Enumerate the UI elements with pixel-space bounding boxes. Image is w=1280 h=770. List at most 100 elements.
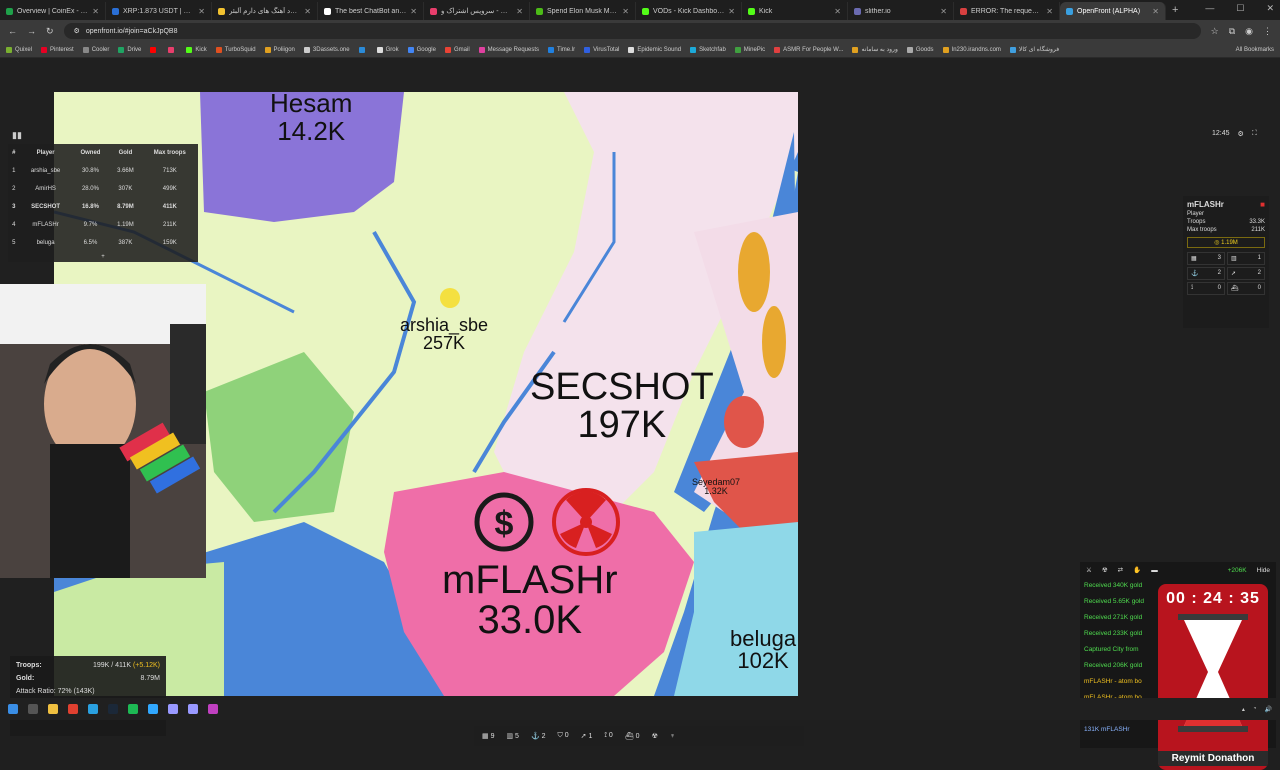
leaderboard-more-button[interactable]: +: [8, 252, 198, 262]
build-warship-button[interactable]: ⛴ 0: [625, 732, 640, 740]
browser-tab[interactable]: OpenFront (ALPHA) ✕: [1060, 2, 1166, 20]
bookmark-item[interactable]: Poliigon: [264, 46, 295, 53]
browser-tab[interactable]: VODs - Kick Dashboard ✕: [636, 2, 742, 20]
browser-tab[interactable]: The best ChatBot and Wri ✕: [318, 2, 424, 20]
back-icon[interactable]: ←: [8, 26, 17, 36]
bookmark-item[interactable]: Goods: [906, 46, 934, 53]
aftereffects-icon[interactable]: [188, 704, 198, 714]
network-icon[interactable]: ◔: [1253, 706, 1257, 712]
leaderboard-header[interactable]: Player: [19, 144, 71, 162]
bookmark-item[interactable]: In230.irandns.com: [942, 46, 1001, 53]
profile-icon[interactable]: ◉: [1245, 26, 1253, 37]
build-port-button[interactable]: ⚓ 2: [531, 732, 546, 740]
bookmark-item[interactable]: ASMR For People W...: [774, 46, 843, 53]
chat-icon[interactable]: ▬: [1151, 567, 1158, 574]
bookmark-item[interactable]: Message Requests: [478, 46, 539, 53]
leaderboard-header[interactable]: #: [8, 144, 19, 162]
telegram-icon[interactable]: [88, 704, 98, 714]
tab-close-icon[interactable]: ✕: [1046, 7, 1053, 16]
nuke-icon[interactable]: ☢: [1102, 566, 1108, 574]
all-bookmarks-button[interactable]: All Bookmarks: [1236, 47, 1280, 53]
extensions-icon[interactable]: ⧉: [1229, 26, 1235, 37]
site-info-icon[interactable]: ⚙: [74, 27, 80, 35]
tab-close-icon[interactable]: ✕: [410, 7, 417, 16]
bookmark-item[interactable]: Quixel: [6, 46, 32, 53]
settings-icon[interactable]: ⚙: [1238, 130, 1244, 138]
tab-close-icon[interactable]: ✕: [622, 7, 629, 16]
browser-tab[interactable]: ERROR: The request could ✕: [954, 2, 1060, 20]
browser-tab[interactable]: XRP:1.873 USDT | Futures ✕: [106, 2, 212, 20]
browser-tab[interactable]: Overview | CoinEx - The G ✕: [0, 2, 106, 20]
leaderboard-row[interactable]: 3 SECSHOT 16.8% 8.79M 411K: [8, 198, 198, 216]
build-factory-button[interactable]: ▥ 5: [506, 732, 518, 740]
chrome-icon[interactable]: [68, 704, 78, 714]
hide-events-button[interactable]: Hide: [1257, 567, 1270, 574]
leaderboard-row[interactable]: 5 beluga 6.5% 387K 159K: [8, 234, 198, 252]
browser-tab[interactable]: slither.io ✕: [848, 2, 954, 20]
bookmark-item[interactable]: Gmail: [444, 46, 470, 53]
premiere-icon[interactable]: [168, 704, 178, 714]
new-tab-button[interactable]: +: [1172, 4, 1178, 16]
fullscreen-icon[interactable]: ⛶: [1252, 130, 1257, 138]
bookmark-item[interactable]: Time.lr: [548, 46, 575, 53]
tab-close-icon[interactable]: ✕: [940, 7, 947, 16]
leaderboard-header[interactable]: Gold: [109, 144, 141, 162]
bookmark-item[interactable]: VirusTotal: [584, 46, 619, 53]
tab-close-icon[interactable]: ✕: [304, 7, 311, 16]
bookmark-item[interactable]: [168, 46, 177, 53]
maximize-button[interactable]: ☐: [1236, 3, 1244, 14]
browser-tab[interactable]: Kick ✕: [742, 2, 848, 20]
bookmark-item[interactable]: Grok: [376, 46, 399, 53]
tab-close-icon[interactable]: ✕: [1152, 7, 1159, 16]
close-window-button[interactable]: ✕: [1266, 3, 1274, 14]
menu-icon[interactable]: ⋮: [1263, 26, 1272, 37]
trade-icon[interactable]: ⇄: [1118, 566, 1123, 574]
sword-icon[interactable]: ⚔: [1086, 566, 1092, 574]
bookmark-item[interactable]: TurboSquid: [215, 46, 256, 53]
atom-bomb-button[interactable]: ☢: [652, 732, 658, 740]
build-city-button[interactable]: ▦ 9: [482, 732, 494, 740]
tab-close-icon[interactable]: ✕: [92, 7, 99, 16]
star-icon[interactable]: ☆: [1211, 26, 1219, 37]
tab-close-icon[interactable]: ✕: [834, 7, 841, 16]
leaderboard-row[interactable]: 1 arshia_sbe 30.8% 3.66M 713K: [8, 162, 198, 180]
bookmark-item[interactable]: Drive: [118, 46, 141, 53]
bookmark-item[interactable]: فروشگاه ای کالا: [1009, 46, 1059, 53]
minimize-button[interactable]: —: [1205, 3, 1214, 14]
start-icon[interactable]: [8, 704, 18, 714]
tab-close-icon[interactable]: ✕: [198, 7, 205, 16]
leaderboard-row[interactable]: 2 AmirHS 28.0% 307K 499K: [8, 180, 198, 198]
explorer-icon[interactable]: [48, 704, 58, 714]
bookmark-item[interactable]: ورود به سامانه: [852, 46, 898, 53]
build-defense-button[interactable]: ⛉ 0: [558, 732, 569, 740]
bookmark-item[interactable]: Pinterest: [41, 46, 74, 53]
bookmark-item[interactable]: [150, 46, 159, 53]
spotify-icon[interactable]: [128, 704, 138, 714]
search-icon[interactable]: [28, 704, 38, 714]
bookmark-item[interactable]: MinePic: [734, 46, 765, 53]
build-missile-button[interactable]: ➚ 1: [581, 732, 593, 740]
browser-tab[interactable]: دانلود آهنگ های دارم آلبئر ✕: [212, 2, 318, 20]
leaderboard-header[interactable]: Max troops: [142, 144, 198, 162]
browser-tab[interactable]: Spend Elon Musk Money ✕: [530, 2, 636, 20]
forward-icon[interactable]: →: [27, 26, 36, 36]
leaderboard-header[interactable]: Owned: [72, 144, 110, 162]
bookmark-item[interactable]: Epidemic Sound: [628, 46, 681, 53]
photoshop-icon[interactable]: [148, 704, 158, 714]
url-field[interactable]: ⚙ openfront.io/#join=aCkJpQB8: [63, 23, 1201, 39]
bookmark-item[interactable]: Sketchfab: [690, 46, 726, 53]
leaderboard-icon[interactable]: ▮▮: [12, 130, 22, 141]
bookmark-item[interactable]: Cooler: [82, 46, 109, 53]
leaderboard-row[interactable]: 4 mFLASHr 9.7% 1.19M 211K: [8, 216, 198, 234]
steam-icon[interactable]: [108, 704, 118, 714]
reload-icon[interactable]: ↻: [46, 26, 54, 37]
tab-close-icon[interactable]: ✕: [728, 7, 735, 16]
tray-icon[interactable]: ▴: [1242, 706, 1245, 713]
build-sam-button[interactable]: ⟟ 0: [604, 732, 612, 740]
bookmark-item[interactable]: Kick: [186, 46, 207, 53]
bookmark-item[interactable]: Google: [407, 46, 436, 53]
alliance-icon[interactable]: ✋: [1133, 566, 1141, 574]
bookmark-item[interactable]: 3Dassets.one: [303, 46, 350, 53]
browser-tab[interactable]: آپارات - سرویس اشتراک و ✕: [424, 2, 530, 20]
tab-close-icon[interactable]: ✕: [516, 7, 523, 16]
